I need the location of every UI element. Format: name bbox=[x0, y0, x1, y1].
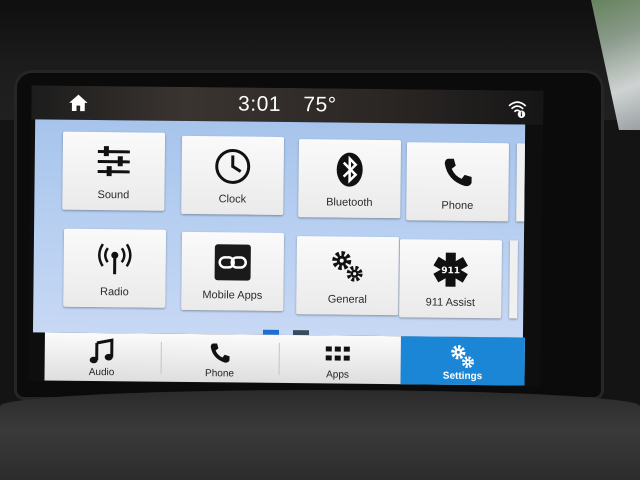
tile-911-assist[interactable]: 911 911 Assist bbox=[399, 239, 502, 319]
tile-label: Radio bbox=[99, 286, 129, 299]
tile-sound[interactable]: Sound bbox=[62, 131, 166, 211]
tile-general[interactable]: General bbox=[296, 236, 399, 316]
star-of-life-911-icon: 911 bbox=[433, 252, 468, 287]
next-page-tile-edge bbox=[516, 143, 525, 222]
infotainment-screen: 3:01 75° Sound Clock Bluetooth Phone Rad… bbox=[28, 85, 544, 387]
link-icon bbox=[214, 244, 251, 281]
tile-label: Clock bbox=[218, 193, 247, 206]
nav-label: Audio bbox=[88, 366, 115, 379]
dashboard-bottom bbox=[0, 390, 640, 480]
bluetooth-icon bbox=[336, 152, 363, 187]
wifi-info-icon bbox=[508, 101, 527, 119]
settings-tile-area: Sound Clock Bluetooth Phone Radio Mobile… bbox=[32, 119, 526, 338]
clock-icon bbox=[215, 148, 251, 184]
nav-audio[interactable]: Audio bbox=[44, 332, 158, 381]
status-center: 3:01 75° bbox=[31, 90, 543, 119]
tile-label: Mobile Apps bbox=[202, 289, 263, 302]
sliders-icon bbox=[97, 146, 130, 177]
svg-text:911: 911 bbox=[441, 266, 460, 276]
clock-time: 3:01 bbox=[238, 92, 282, 116]
tile-radio[interactable]: Radio bbox=[63, 228, 167, 308]
tile-phone[interactable]: Phone bbox=[406, 142, 509, 222]
tile-label: Bluetooth bbox=[326, 196, 373, 209]
gears-icon bbox=[451, 345, 474, 369]
phone-icon bbox=[444, 158, 472, 187]
status-bar: 3:01 75° bbox=[31, 85, 544, 125]
tile-mobile-apps[interactable]: Mobile Apps bbox=[181, 231, 285, 311]
nav-label: Apps bbox=[326, 369, 349, 381]
tile-bluetooth[interactable]: Bluetooth bbox=[298, 139, 402, 219]
music-note-icon bbox=[89, 338, 114, 364]
nav-apps[interactable]: Apps bbox=[280, 335, 394, 384]
tile-label: Phone bbox=[441, 199, 474, 212]
tile-label: 911 Assist bbox=[425, 296, 476, 309]
nav-label: Settings bbox=[442, 370, 483, 383]
apps-grid-icon bbox=[325, 346, 350, 361]
bottom-nav-bar: Audio Phone Apps Settings bbox=[44, 332, 525, 386]
next-page-tile-edge bbox=[509, 240, 518, 319]
tile-clock[interactable]: Clock bbox=[181, 135, 285, 215]
nav-phone[interactable]: Phone bbox=[162, 334, 276, 383]
outside-temperature: 75° bbox=[303, 93, 337, 117]
nav-settings[interactable]: Settings bbox=[400, 336, 525, 386]
tile-label: General bbox=[327, 293, 367, 306]
nav-label: Phone bbox=[205, 368, 235, 380]
gears-icon bbox=[332, 251, 363, 282]
phone-icon bbox=[210, 343, 230, 363]
tile-label: Sound bbox=[97, 189, 130, 202]
radio-antenna-icon bbox=[98, 243, 132, 275]
